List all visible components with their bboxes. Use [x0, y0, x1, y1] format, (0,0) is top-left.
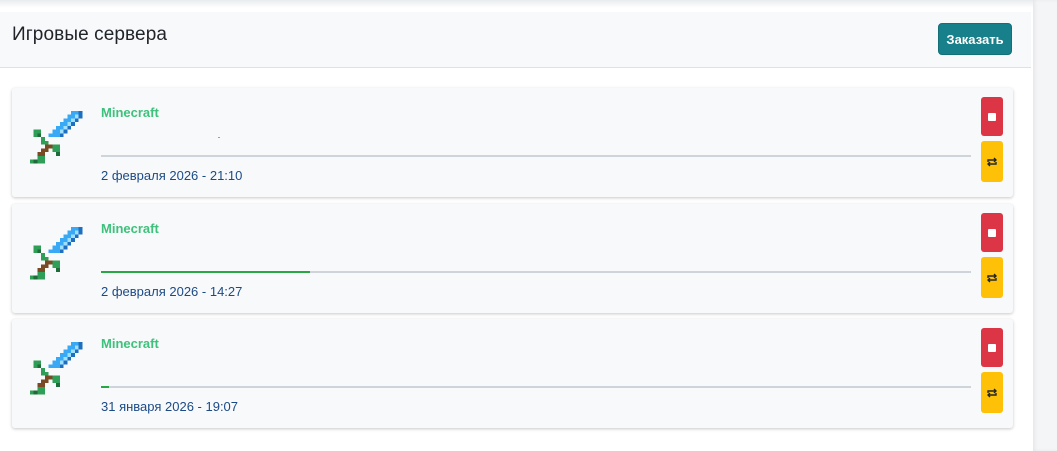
- right-scroll-area: [1033, 0, 1057, 451]
- server-name: Minecraft: [101, 221, 159, 236]
- status-dot: [218, 137, 220, 138]
- server-card[interactable]: Minecraft 31 января 2026 - 19:07: [12, 319, 1013, 428]
- server-card[interactable]: Minecraft 2 февраля 2026 - 14:27: [12, 204, 1013, 313]
- restart-button[interactable]: [981, 257, 1003, 298]
- restart-icon: [987, 157, 997, 166]
- server-date: 2 февраля 2026 - 14:27: [101, 284, 243, 299]
- restart-icon: [987, 273, 997, 282]
- page-title: Игровые сервера: [12, 24, 168, 45]
- progress-bar: [101, 271, 971, 273]
- minecraft-sword-icon: [29, 226, 83, 280]
- server-name: Minecraft: [101, 105, 159, 120]
- panel-header: Игровые сервера Заказать: [0, 12, 1031, 68]
- restart-icon: [987, 388, 997, 397]
- stop-icon: [988, 228, 996, 237]
- server-name: Minecraft: [101, 336, 159, 351]
- minecraft-sword-icon: [29, 341, 83, 395]
- progress-fill: [101, 386, 109, 388]
- stop-icon: [988, 112, 996, 121]
- restart-button[interactable]: [981, 141, 1003, 182]
- progress-fill: [101, 271, 310, 273]
- restart-button[interactable]: [981, 372, 1003, 413]
- server-card[interactable]: Minecraft 2 февраля 2026 - 21:10: [12, 88, 1013, 197]
- order-button[interactable]: Заказать: [938, 23, 1012, 55]
- server-date: 31 января 2026 - 19:07: [101, 399, 239, 414]
- progress-bar: [101, 155, 971, 157]
- stop-icon: [988, 343, 996, 352]
- stop-button[interactable]: [981, 97, 1003, 136]
- top-shadow: [0, 0, 1057, 8]
- server-date: 2 февраля 2026 - 21:10: [101, 168, 243, 183]
- game-servers-panel: Игровые сервера Заказать Minecraft 2 фев…: [0, 12, 1031, 451]
- stop-button[interactable]: [981, 213, 1003, 252]
- progress-bar: [101, 386, 971, 388]
- stop-button[interactable]: [981, 328, 1003, 367]
- minecraft-sword-icon: [29, 110, 83, 164]
